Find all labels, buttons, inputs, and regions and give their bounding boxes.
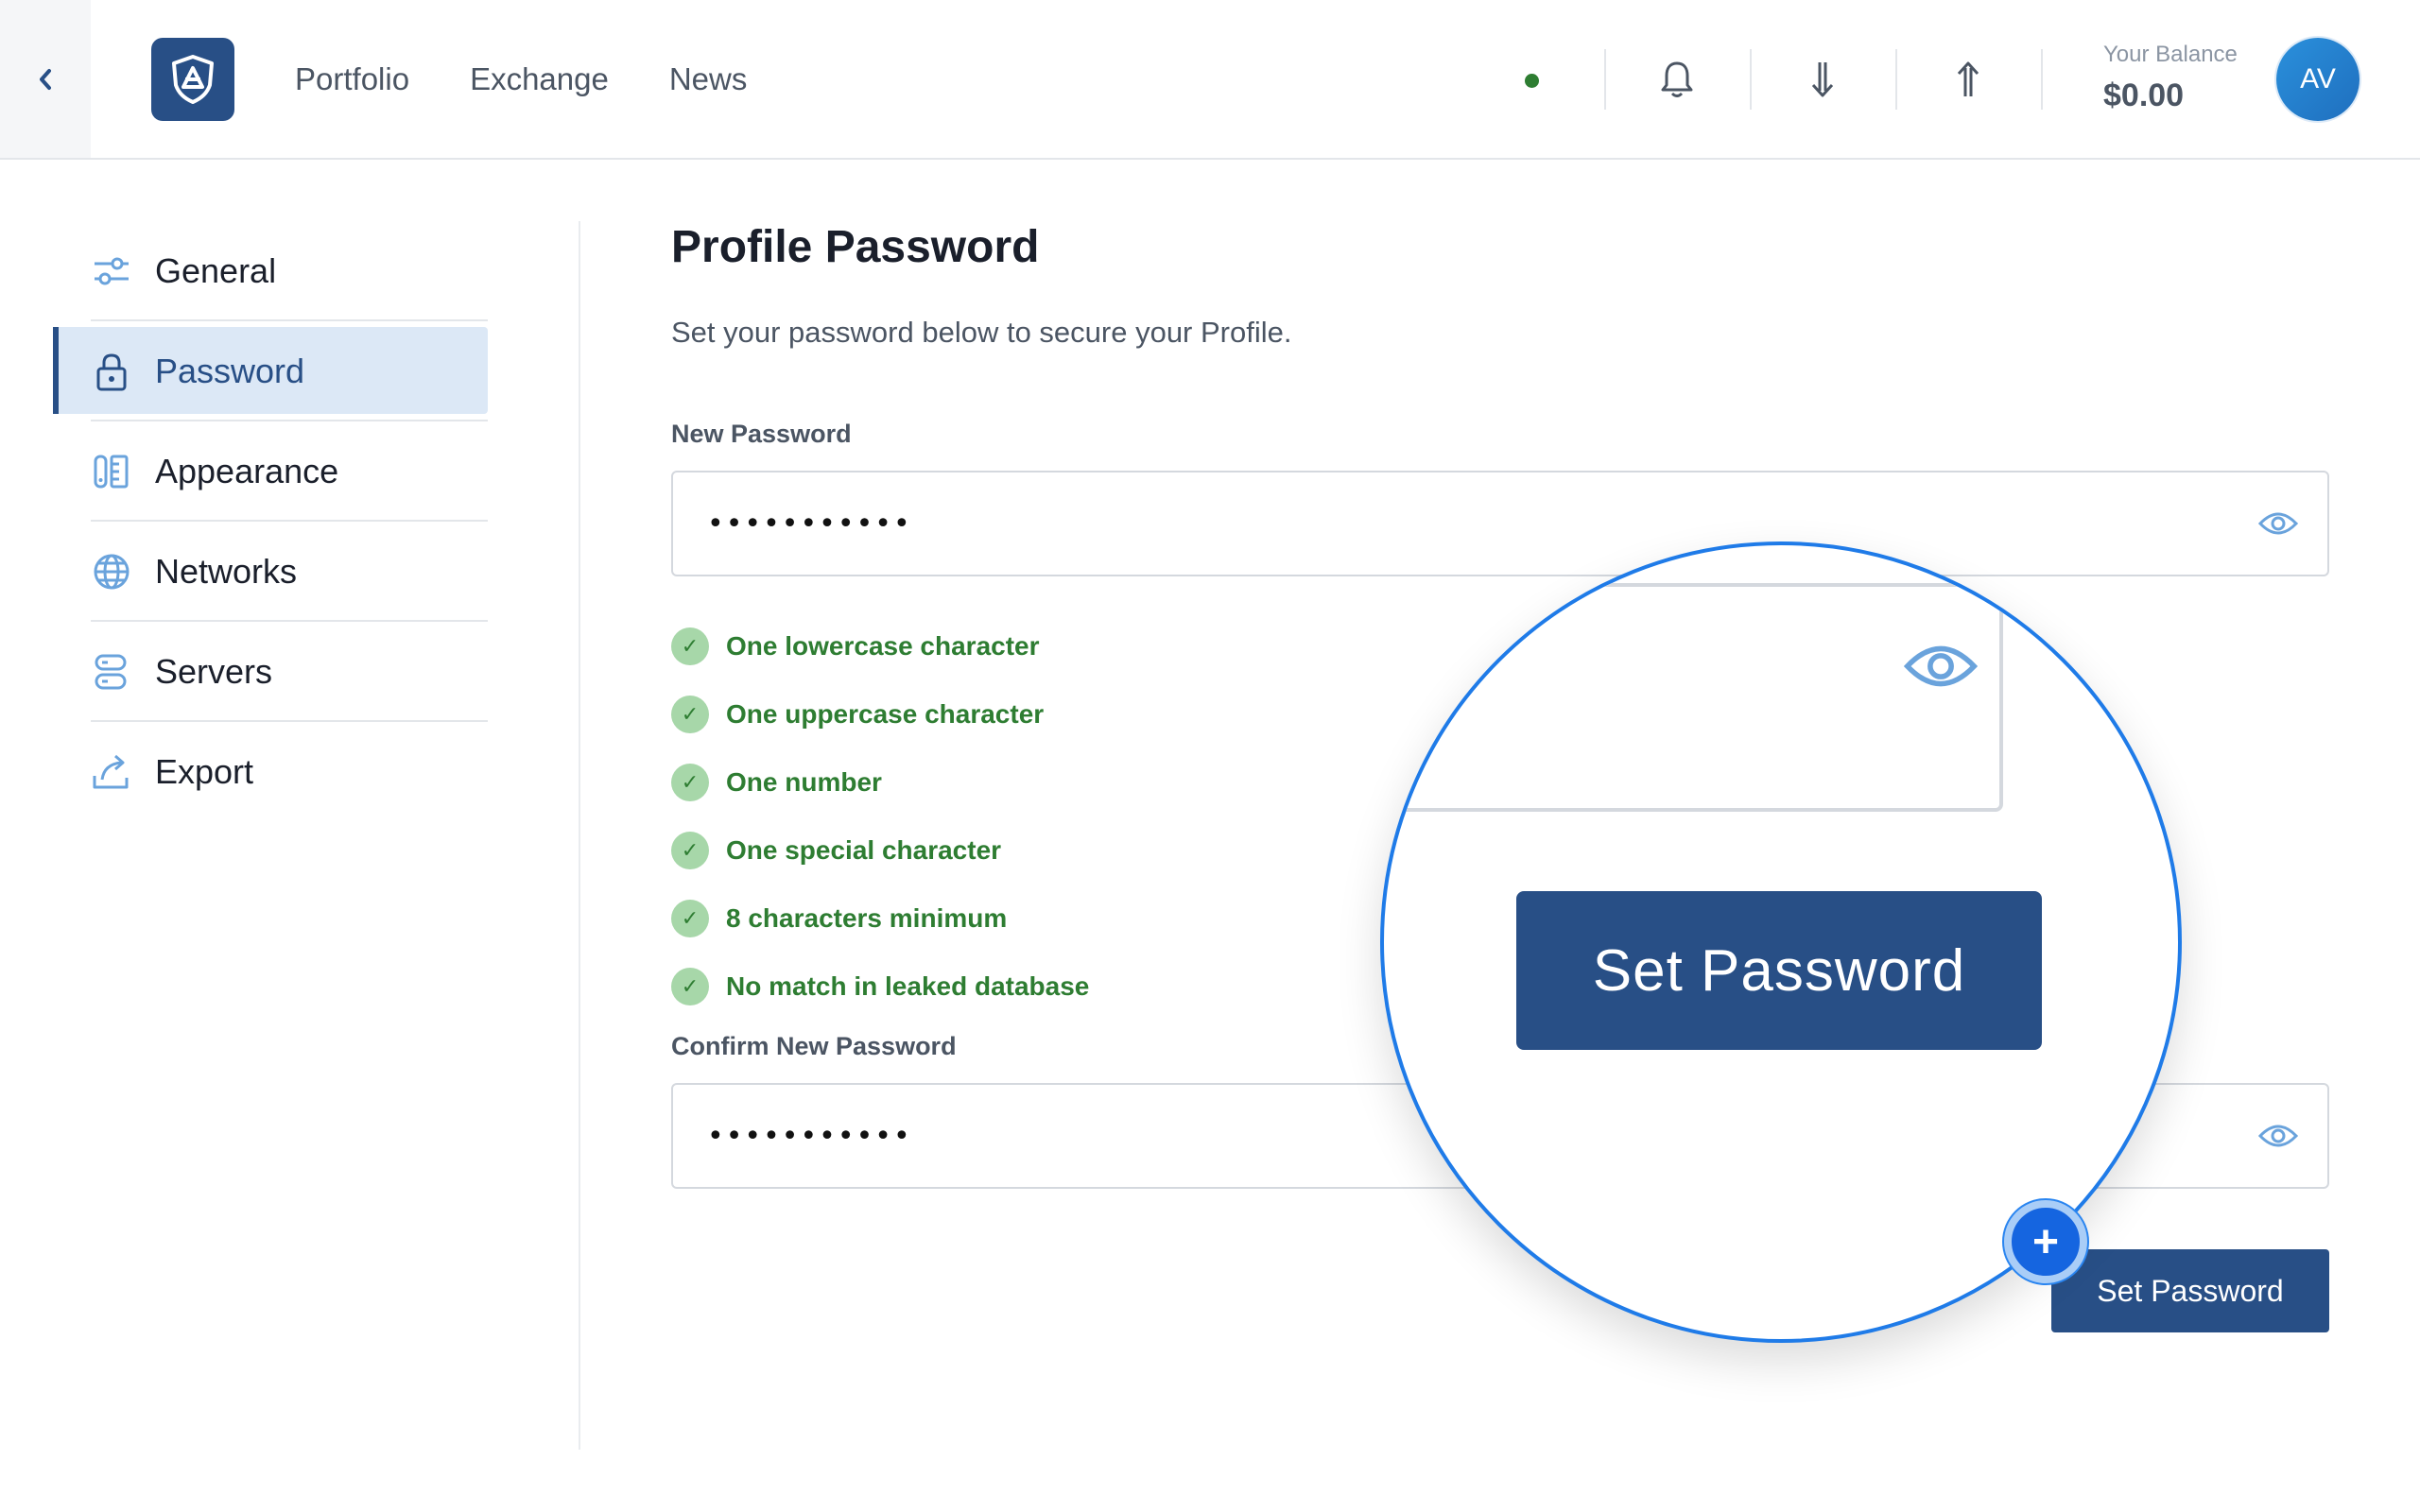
requirement-text: 8 characters minimum [726, 903, 1008, 933]
requirement-item: ✓ One uppercase character [671, 680, 1089, 748]
check-icon: ✓ [671, 832, 709, 869]
eye-icon [2258, 1125, 2298, 1147]
app-logo[interactable] [151, 38, 234, 121]
sidebar-item-appearance[interactable]: Appearance [53, 421, 488, 522]
sidebar-item-label: Appearance [155, 452, 339, 490]
plus-icon: + [2004, 1200, 2087, 1283]
divider [2041, 49, 2043, 110]
sidebar-item-label: Servers [155, 652, 273, 691]
balance-label: Your Balance [2103, 42, 2238, 67]
status-indicator [1525, 74, 1539, 88]
sidebar-item-servers[interactable]: Servers [53, 622, 488, 722]
sidebar-item-general[interactable]: General [53, 221, 488, 321]
main-content: Profile Password Set your password below… [671, 221, 2329, 1332]
requirement-item: ✓ No match in leaked database [671, 953, 1089, 1021]
bell-icon [1661, 61, 1693, 97]
check-icon: ✓ [671, 764, 709, 801]
shield-logo-icon [172, 55, 214, 104]
eye-icon [1904, 640, 1978, 693]
receive-button[interactable] [1798, 55, 1847, 104]
new-password-value: ••••••••••• [707, 507, 912, 541]
settings-sidebar: General Password Appearance Networks Ser… [53, 221, 488, 822]
divider [1604, 49, 1606, 110]
palette-icon [91, 451, 132, 492]
globe-icon [91, 551, 132, 593]
requirement-item: ✓ 8 characters minimum [671, 885, 1089, 953]
sidebar-item-label: Export [155, 752, 254, 791]
page-description: Set your password below to secure your P… [671, 316, 1292, 349]
new-password-label: New Password [671, 420, 852, 448]
sidebar-item-password[interactable]: Password [53, 321, 488, 421]
set-password-button[interactable]: Set Password [2051, 1249, 2329, 1332]
chevron-left-icon [40, 68, 51, 90]
divider [579, 221, 580, 1450]
nav-portfolio[interactable]: Portfolio [295, 61, 409, 97]
new-password-field[interactable]: ••••••••••• [671, 471, 2329, 576]
password-requirements: ✓ One lowercase character ✓ One uppercas… [671, 612, 1089, 1021]
check-icon: ✓ [671, 627, 709, 665]
arrow-up-icon [1957, 61, 1979, 96]
requirement-text: No match in leaked database [726, 971, 1090, 1001]
top-bar: Portfolio Exchange News Your Balance $0.… [0, 0, 2420, 160]
requirement-text: One lowercase character [726, 631, 1040, 661]
balance-value: $0.00 [2103, 77, 2185, 113]
sidebar-item-label: Password [155, 352, 305, 390]
check-icon: ✓ [671, 696, 709, 733]
sidebar-item-export[interactable]: Export [53, 722, 488, 822]
requirement-text: One uppercase character [726, 699, 1045, 729]
check-icon: ✓ [671, 900, 709, 937]
main-nav: Portfolio Exchange News [295, 0, 747, 158]
page-title: Profile Password [671, 222, 1040, 272]
back-button[interactable] [0, 0, 91, 158]
sliders-icon [91, 250, 132, 292]
requirement-text: One special character [726, 835, 1002, 865]
toggle-visibility-button[interactable] [2257, 508, 2299, 539]
check-icon: ✓ [671, 968, 709, 1005]
toggle-visibility-button[interactable] [2257, 1121, 2299, 1151]
server-icon [91, 651, 132, 693]
send-button[interactable] [1944, 55, 1993, 104]
eye-icon [2258, 512, 2298, 535]
sidebar-item-label: General [155, 251, 277, 290]
requirement-item: ✓ One number [671, 748, 1089, 816]
nav-news[interactable]: News [669, 61, 748, 97]
sidebar-item-label: Networks [155, 552, 298, 591]
avatar[interactable]: AV [2276, 38, 2360, 121]
confirm-password-label: Confirm New Password [671, 1032, 957, 1060]
divider [1895, 49, 1897, 110]
lock-icon [91, 351, 132, 392]
notifications-button[interactable] [1652, 55, 1702, 104]
arrow-down-icon [1811, 62, 1834, 97]
balance-display: Your Balance $0.00 [2103, 42, 2238, 114]
confirm-password-value: ••••••••••• [707, 1119, 912, 1153]
requirement-text: One number [726, 767, 882, 797]
requirement-item: ✓ One special character [671, 816, 1089, 885]
zoomed-password-field [1384, 583, 2003, 812]
nav-exchange[interactable]: Exchange [470, 61, 609, 97]
sidebar-item-networks[interactable]: Networks [53, 522, 488, 622]
export-icon [91, 751, 132, 793]
requirement-item: ✓ One lowercase character [671, 612, 1089, 680]
divider [1750, 49, 1752, 110]
zoomed-set-password-button: Set Password [1516, 891, 2042, 1050]
